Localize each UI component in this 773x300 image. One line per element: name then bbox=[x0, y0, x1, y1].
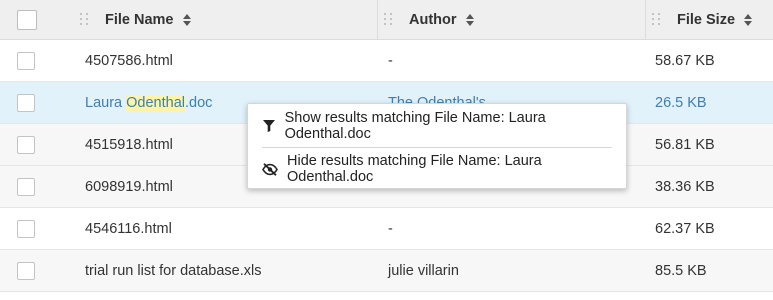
author-cell: julie villarin bbox=[388, 262, 459, 279]
row-checkbox[interactable] bbox=[17, 219, 35, 238]
file-size-cell: 58.67 KB bbox=[655, 52, 715, 69]
menu-divider bbox=[262, 147, 612, 148]
file-name-cell[interactable]: 4546116.html bbox=[85, 208, 172, 249]
eye-slash-icon bbox=[262, 162, 278, 176]
column-label: File Name bbox=[105, 11, 174, 28]
row-checkbox[interactable] bbox=[17, 261, 35, 280]
table-row[interactable]: 4507586.html - 58.67 KB bbox=[0, 40, 773, 82]
search-highlight: Odenthal bbox=[126, 94, 185, 111]
table-header: File Name Author File Size bbox=[0, 0, 773, 40]
column-header-author[interactable]: Author bbox=[384, 0, 474, 39]
hide-results-menu-item[interactable]: Hide results matching File Name: Laura O… bbox=[262, 153, 626, 185]
row-checkbox[interactable] bbox=[17, 135, 35, 154]
row-checkbox[interactable] bbox=[17, 93, 35, 112]
drag-handle-icon[interactable] bbox=[384, 12, 394, 28]
column-divider[interactable] bbox=[377, 0, 378, 40]
file-name-cell[interactable]: trial run list for database.xls bbox=[85, 250, 262, 291]
show-results-menu-item[interactable]: Show results matching File Name: Laura O… bbox=[262, 110, 626, 142]
file-name-cell[interactable]: 4515918.html bbox=[85, 124, 173, 165]
filter-icon bbox=[262, 119, 276, 133]
column-header-file-size[interactable]: File Size bbox=[652, 0, 753, 39]
row-checkbox[interactable] bbox=[17, 51, 35, 70]
file-name-cell[interactable]: 6098919.html bbox=[85, 166, 173, 207]
drag-handle-icon[interactable] bbox=[80, 12, 90, 28]
author-cell: - bbox=[388, 220, 393, 237]
sort-icon[interactable] bbox=[744, 13, 753, 26]
table-row[interactable]: trial run list for database.xls julie vi… bbox=[0, 250, 773, 292]
select-all-cell bbox=[17, 0, 39, 39]
file-size-cell: 38.36 KB bbox=[655, 178, 715, 195]
file-size-cell: 26.5 KB bbox=[655, 94, 707, 111]
file-name-part: Laura bbox=[85, 94, 127, 111]
menu-item-label: Show results matching File Name: Laura O… bbox=[284, 110, 546, 142]
select-all-checkbox[interactable] bbox=[17, 9, 37, 30]
file-name-cell[interactable]: 4507586.html bbox=[85, 40, 173, 81]
table-row[interactable]: 4546116.html - 62.37 KB bbox=[0, 208, 773, 250]
row-checkbox[interactable] bbox=[17, 177, 35, 196]
file-name-part: .doc bbox=[184, 94, 213, 111]
sort-icon[interactable] bbox=[465, 13, 474, 26]
file-size-cell: 56.81 KB bbox=[655, 136, 715, 153]
drag-handle-icon[interactable] bbox=[652, 12, 662, 28]
column-label: Author bbox=[409, 11, 457, 28]
column-divider[interactable] bbox=[645, 0, 646, 40]
sort-icon[interactable] bbox=[182, 13, 191, 26]
column-header-file-name[interactable]: File Name bbox=[80, 0, 191, 39]
column-label: File Size bbox=[677, 11, 736, 28]
author-cell: - bbox=[388, 52, 393, 69]
menu-item-label: Hide results matching File Name: Laura O… bbox=[287, 153, 542, 185]
file-size-cell: 85.5 KB bbox=[655, 262, 707, 279]
file-size-cell: 62.37 KB bbox=[655, 220, 715, 237]
context-menu: Show results matching File Name: Laura O… bbox=[247, 103, 627, 189]
file-name-link[interactable]: Laura Odenthal .doc bbox=[85, 82, 212, 123]
